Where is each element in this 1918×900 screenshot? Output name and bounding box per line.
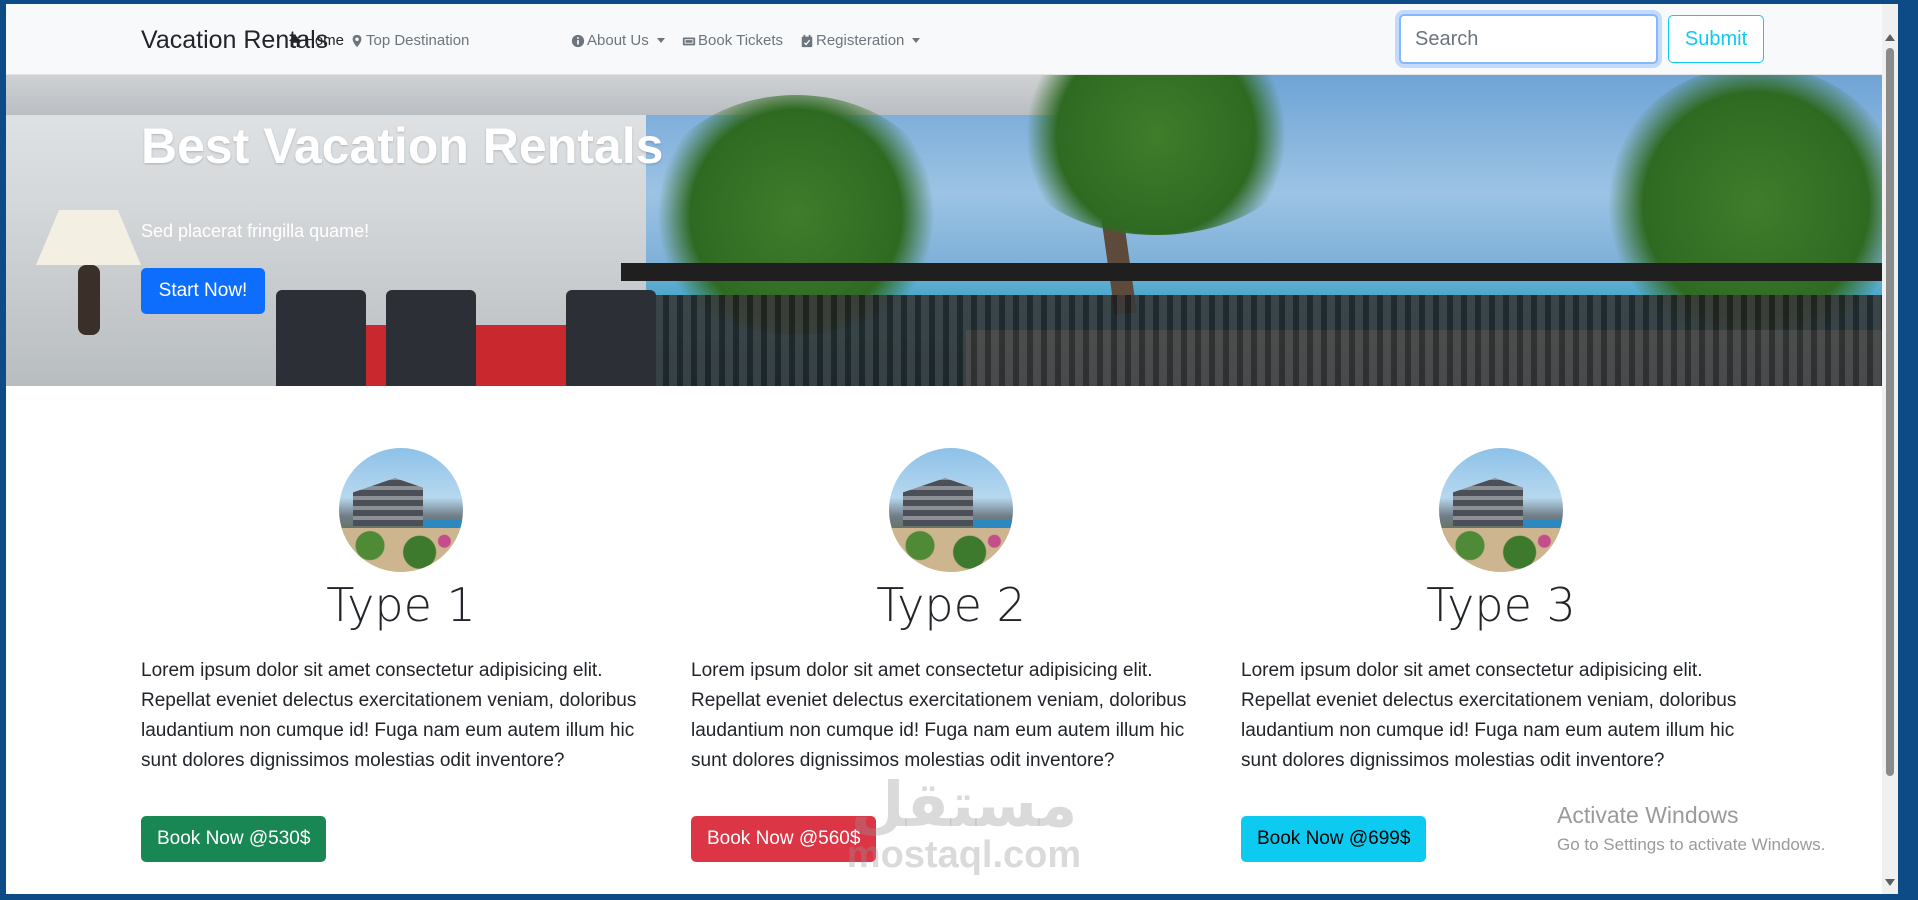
card-description: Lorem ipsum dolor sit amet consectetur a… (691, 660, 1187, 771)
nav-book-tickets-label: Book Tickets (698, 32, 784, 49)
card-title: Type 2 (876, 578, 1026, 632)
info-circle-icon (571, 34, 585, 47)
navbar: Vacation Rentals Home Top Destination Ab… (6, 4, 1882, 75)
card-title: Type 1 (326, 578, 476, 632)
hero-subtitle: Sed placerat fringilla quame! (141, 221, 370, 241)
book-now-button[interactable]: Book Now @699$ (1241, 816, 1427, 862)
book-now-button[interactable]: Book Now @530$ (141, 816, 327, 862)
nav-top-destination-label: Top Destination (366, 32, 470, 49)
home-icon (288, 34, 302, 47)
card-title: Type 3 (1426, 578, 1576, 632)
card-description: Lorem ipsum dolor sit amet consectetur a… (141, 660, 637, 771)
calendar-check-icon (801, 34, 813, 47)
nav-registration[interactable]: Registeration (800, 32, 921, 49)
browser-viewport: Vacation Rentals Home Top Destination Ab… (6, 4, 1898, 894)
start-now-button[interactable]: Start Now! (141, 268, 265, 314)
hero-title: Best Vacation Rentals (141, 118, 664, 174)
chevron-down-icon (656, 38, 665, 43)
ticket-icon (682, 37, 696, 45)
balcony-railing (621, 263, 1882, 281)
nav-about-us-label: About Us (587, 32, 649, 49)
chevron-down-icon (912, 38, 921, 43)
nav-home-label: Home (304, 32, 345, 49)
vertical-scrollbar[interactable] (1882, 4, 1898, 894)
card-thumbnail (339, 448, 463, 572)
scroll-down-arrow-icon[interactable] (1885, 879, 1895, 886)
submit-button[interactable]: Submit (1668, 15, 1764, 63)
nav-registration-label: Registeration (816, 32, 905, 49)
map-pin-icon (352, 34, 362, 47)
nav-home[interactable]: Home (288, 32, 344, 49)
nav-about-us[interactable]: About Us (571, 32, 665, 49)
nav-book-tickets[interactable]: Book Tickets (682, 32, 783, 49)
card-description: Lorem ipsum dolor sit amet consectetur a… (1241, 660, 1737, 771)
watermark-logo: مستقل mostaql.com (846, 768, 1082, 876)
activate-windows-notice: Activate Windows Go to Settings to activ… (1557, 802, 1826, 854)
scroll-up-arrow-icon[interactable] (1885, 34, 1895, 41)
scroll-thumb[interactable] (1886, 48, 1894, 776)
nav-top-destination[interactable]: Top Destination (350, 32, 469, 49)
card-thumbnail (889, 448, 1013, 572)
card-thumbnail (1439, 448, 1563, 572)
search-input[interactable] (1399, 14, 1658, 64)
hero-banner: Best Vacation Rentals Sed placerat fring… (6, 75, 1882, 386)
